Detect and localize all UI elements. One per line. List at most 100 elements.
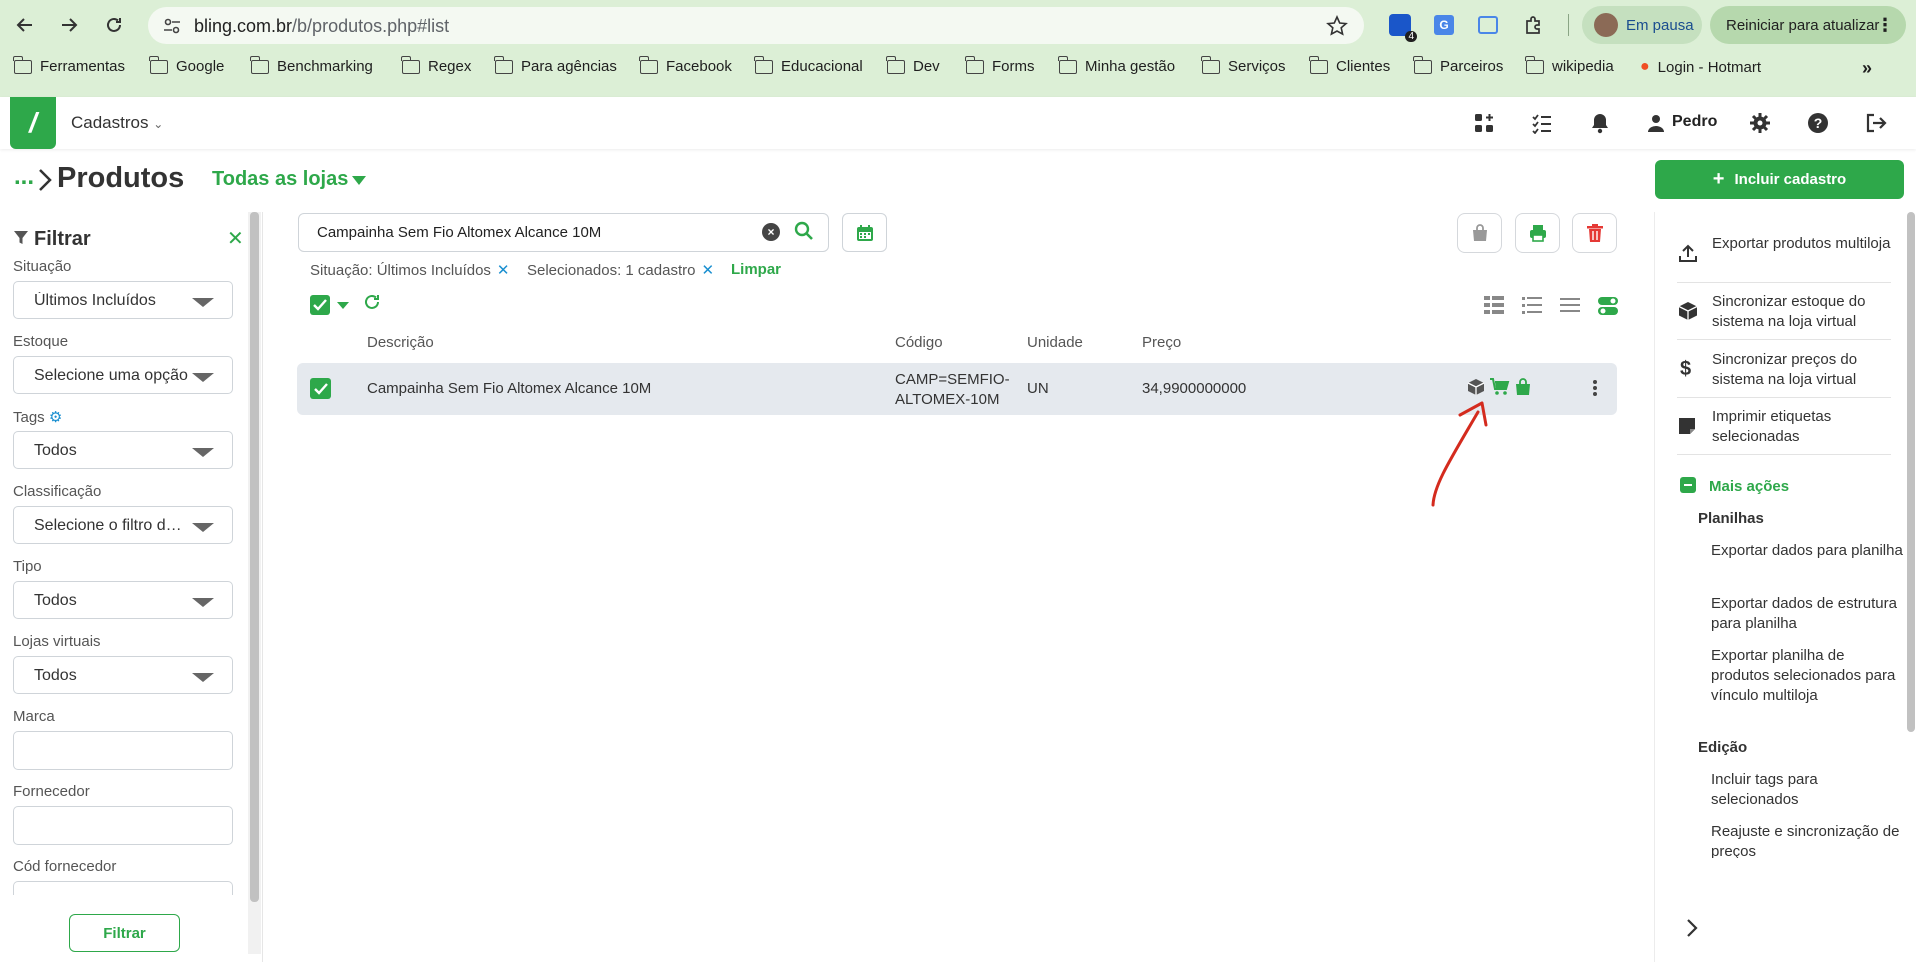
help-icon[interactable]: ? [1805,110,1831,136]
date-filter-button[interactable] [842,213,887,252]
forward-icon[interactable] [54,10,84,40]
profile-chip[interactable]: Em pausa [1582,6,1702,44]
stock-box-icon[interactable] [1467,378,1485,396]
update-button[interactable]: Reiniciar para atualizar ⋮ [1710,6,1906,44]
action-sync-prices[interactable]: Sincronizar preços do sistema na loja vi… [1712,350,1892,390]
chevron-right-icon[interactable] [1686,918,1698,938]
caret-down-icon[interactable] [352,176,366,185]
user-icon[interactable] [1643,110,1669,136]
cod-fornecedor-input[interactable] [13,881,233,895]
estoque-select[interactable]: Selecione uma opção [13,356,233,394]
toggle-view-icon[interactable] [1598,296,1618,316]
print-button[interactable] [1515,213,1560,253]
bookmark-login-hotmart[interactable]: ● Login - Hotmart [1640,58,1761,76]
bookmark-clientes[interactable]: Clientes [1309,55,1390,75]
delete-button[interactable] [1572,213,1617,253]
caret-down-icon [192,373,214,382]
refresh-icon[interactable] [363,293,381,311]
filter-scrollbar[interactable] [250,212,259,902]
bookmark-facebook[interactable]: Facebook [639,55,732,75]
back-icon[interactable] [10,10,40,40]
cell-descricao[interactable]: Campainha Sem Fio Altomex Alcance 10M [367,380,651,397]
folder-icon [965,55,984,74]
bling-logo[interactable]: / [10,97,56,149]
row-more-vert-icon[interactable] [1592,379,1598,397]
tags-gear-icon[interactable]: ⚙ [49,409,62,426]
bookmark-ferramentas[interactable]: Ferramentas [13,55,125,75]
collapse-minus-icon[interactable] [1680,477,1696,493]
bookmark-educacional[interactable]: Educacional [754,55,863,75]
store-filter-select[interactable]: Todas as lojas [212,168,348,191]
remove-chip-icon[interactable]: ✕ [701,262,714,279]
reader-extension-icon[interactable] [1474,11,1502,39]
bookmark-wikipedia[interactable]: wikipedia [1525,55,1614,75]
fornecedor-input[interactable] [13,806,233,845]
breadcrumb[interactable]: ... [14,163,34,191]
action-add-tags[interactable]: Incluir tags para selecionados [1711,770,1906,810]
bookmark-dev[interactable]: Dev [886,55,940,75]
more-vert-icon[interactable]: ⋮ [1876,15,1894,36]
bookmark-forms[interactable]: Forms [965,55,1035,75]
extensions-puzzle-icon[interactable] [1520,11,1548,39]
bookmark-servicos[interactable]: Serviços [1201,55,1286,75]
row-checkbox[interactable] [310,378,331,399]
bookmark-star-icon[interactable] [1326,15,1348,37]
notifications-bell-icon[interactable] [1587,110,1613,136]
action-price-adjust[interactable]: Reajuste e sincronização de preços [1711,822,1906,858]
search-input[interactable]: Campainha Sem Fio Altomex Alcance 10M [298,213,829,252]
store-bag-icon[interactable] [1514,378,1532,396]
action-export-sheet[interactable]: Exportar dados para planilha [1711,541,1906,561]
select-all-checkbox[interactable] [310,295,330,315]
site-settings-icon[interactable] [162,16,182,36]
bookmark-para-agencias[interactable]: Para agências [494,55,617,75]
actions-scrollbar[interactable] [1907,212,1915,732]
clear-search-icon[interactable]: × [762,223,780,241]
cart-icon[interactable] [1490,378,1510,396]
user-name[interactable]: Pedro [1672,113,1717,131]
bookmark-parceiros[interactable]: Parceiros [1413,55,1503,75]
compact-list-icon[interactable] [1560,296,1580,314]
translate-extension-icon[interactable]: G [1430,11,1458,39]
remove-chip-icon[interactable]: ✕ [497,262,510,279]
bookmark-benchmarking[interactable]: Benchmarking [250,55,373,75]
action-export-multiloja[interactable]: Exportar produtos multiloja [1712,234,1892,254]
list-view-icon[interactable] [1522,296,1542,314]
logout-icon[interactable] [1863,110,1889,136]
column-header-unidade[interactable]: Unidade [1027,334,1083,351]
bookmarks-overflow-icon[interactable]: » [1862,58,1872,79]
grid-view-icon[interactable] [1484,296,1504,314]
address-bar[interactable]: bling.com.br/b/produtos.php#list [148,7,1364,44]
bookmark-google[interactable]: Google [149,55,224,75]
close-filter-icon[interactable]: ✕ [227,226,244,251]
store-bag-button[interactable] [1457,213,1502,253]
column-header-codigo[interactable]: Código [895,334,943,351]
action-export-multiloja-sheet[interactable]: Exportar planilha de produtos selecionad… [1711,646,1906,706]
action-print-labels[interactable]: Imprimir etiquetas selecionadas [1712,407,1892,447]
situacao-select[interactable]: Últimos Incluídos [13,281,233,319]
caret-down-icon [192,598,214,607]
module-menu[interactable]: Cadastros ⌄ [71,113,163,133]
lojas-virtuais-select[interactable]: Todos [13,656,233,694]
action-export-structure-sheet[interactable]: Exportar dados de estrutura para planilh… [1711,594,1906,634]
settings-gear-icon[interactable] [1747,110,1773,136]
clear-filters-link[interactable]: Limpar [731,261,781,278]
selection-menu-caret-icon[interactable] [337,302,349,309]
tags-select[interactable]: Todos [13,431,233,469]
apps-add-icon[interactable] [1471,110,1497,136]
apply-filter-button[interactable]: Filtrar [69,914,180,952]
extension-icon-badge[interactable]: 4 [1386,11,1417,42]
caret-down-icon [192,673,214,682]
column-header-preco[interactable]: Preço [1142,334,1181,351]
classificacao-select[interactable]: Selecione o filtro de classificação [13,506,233,544]
bookmark-minha-gestao[interactable]: Minha gestão [1058,55,1175,75]
more-actions-toggle[interactable]: Mais ações [1709,478,1789,495]
search-icon[interactable] [794,221,814,241]
tasks-checklist-icon[interactable] [1529,110,1555,136]
bookmark-regex[interactable]: Regex [401,55,471,75]
column-header-descricao[interactable]: Descrição [367,334,434,351]
marca-input[interactable] [13,731,233,770]
reload-icon[interactable] [99,10,129,40]
action-sync-stock[interactable]: Sincronizar estoque do sistema na loja v… [1712,292,1892,332]
include-record-button[interactable]: + Incluir cadastro [1655,160,1904,199]
tipo-select[interactable]: Todos [13,581,233,619]
